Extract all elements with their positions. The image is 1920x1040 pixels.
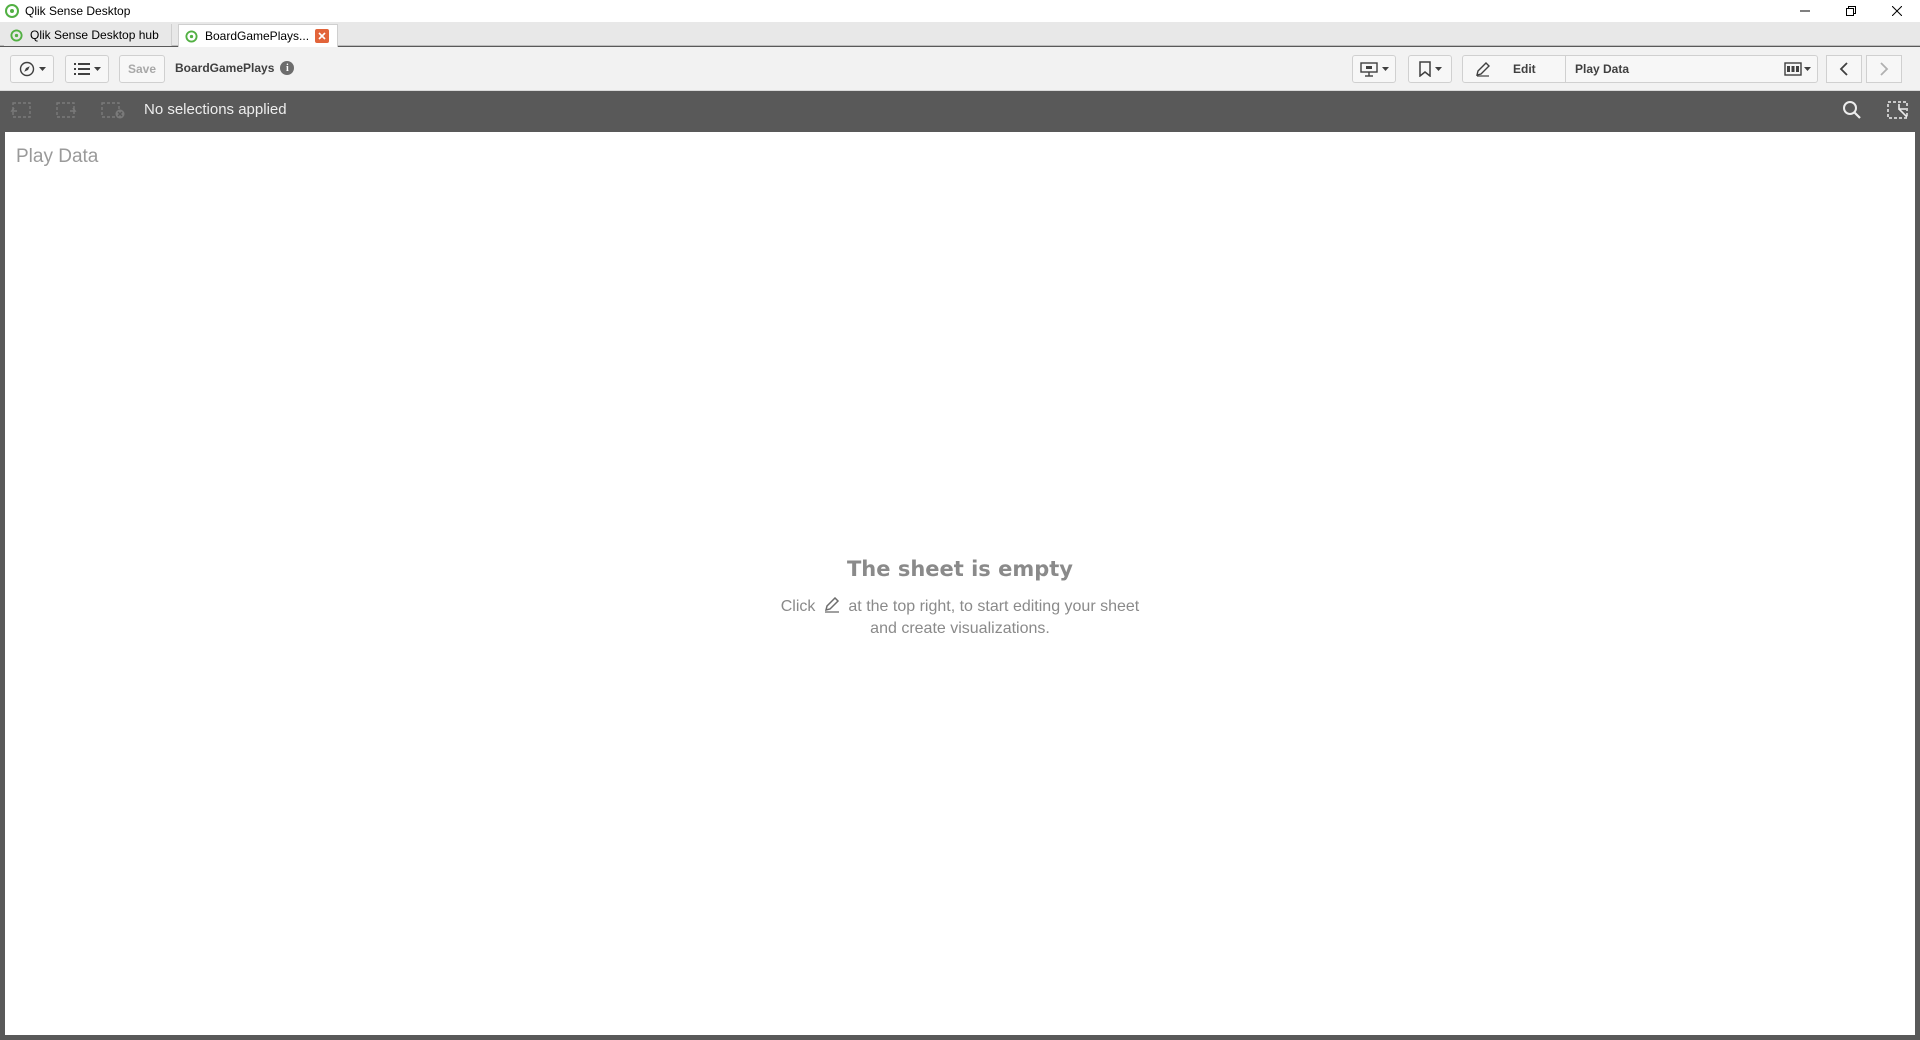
step-back-icon[interactable]	[8, 101, 32, 119]
sheets-button[interactable]	[1777, 56, 1817, 82]
qlik-tab-icon	[185, 29, 198, 43]
info-icon[interactable]: i	[280, 61, 295, 75]
pencil-icon	[1476, 62, 1490, 77]
qlik-tab-icon	[10, 28, 23, 42]
edit-button[interactable]: Edit	[1463, 56, 1566, 82]
current-sheet-name: Play Data	[1575, 62, 1630, 76]
chevron-right-icon	[1880, 62, 1889, 76]
chevron-left-icon	[1839, 62, 1848, 76]
tab-hub[interactable]: Qlik Sense Desktop hub	[4, 24, 172, 46]
empty-sheet-hint-line2: and create visualizations.	[870, 620, 1050, 637]
chevron-down-icon	[38, 66, 46, 71]
global-menu-button[interactable]	[65, 55, 109, 83]
selections-status: No selections applied	[144, 101, 287, 118]
chevron-down-icon	[93, 66, 101, 71]
chevron-down-icon	[1434, 66, 1442, 71]
chevron-down-icon	[1381, 66, 1389, 71]
restore-icon	[1846, 6, 1856, 16]
pencil-icon	[823, 596, 841, 619]
qlik-app-icon	[5, 4, 19, 18]
bookmarks-button[interactable]	[1408, 55, 1452, 83]
selections-bar: No selections applied	[0, 91, 1920, 129]
window-titlebar: Qlik Sense Desktop	[0, 0, 1920, 22]
edit-label: Edit	[1513, 62, 1536, 76]
close-icon	[318, 32, 326, 40]
window-controls	[1782, 0, 1920, 22]
bookmark-icon	[1418, 61, 1431, 77]
close-tab-button[interactable]	[315, 29, 329, 43]
empty-sheet-message: The sheet is empty Click at the top righ…	[5, 557, 1915, 639]
hint-prefix: Click	[780, 598, 816, 615]
previous-sheet-button[interactable]	[1826, 55, 1862, 83]
step-forward-icon[interactable]	[55, 101, 79, 119]
app-title: BoardGamePlays i	[175, 61, 295, 75]
close-button[interactable]	[1874, 0, 1920, 22]
tab-boardgameplays[interactable]: BoardGamePlays...	[178, 24, 338, 47]
tab-strip: Qlik Sense Desktop hub BoardGamePlays...	[0, 22, 1920, 47]
clear-selections-icon[interactable]	[100, 101, 126, 119]
story-button[interactable]	[1352, 55, 1396, 83]
app-toolbar: Save BoardGamePlays i Edit Play Data	[0, 47, 1920, 91]
chevron-down-icon	[1803, 66, 1811, 71]
sheet-title: Play Data	[16, 146, 99, 167]
close-icon	[1892, 6, 1902, 16]
tab-label: Qlik Sense Desktop hub	[30, 28, 159, 42]
compass-icon	[19, 61, 34, 77]
minimize-button[interactable]	[1782, 0, 1828, 22]
navigation-menu-button[interactable]	[10, 55, 54, 83]
list-icon	[73, 63, 90, 75]
tab-label: BoardGamePlays...	[204, 29, 310, 43]
empty-sheet-title: The sheet is empty	[846, 557, 1073, 581]
sheets-icon	[1783, 62, 1802, 76]
empty-sheet-hint: Click at the top right, to start editing…	[5, 596, 1915, 619]
sheet-canvas: Play Data The sheet is empty Click at th…	[5, 132, 1915, 1035]
presentation-icon	[1359, 62, 1378, 77]
next-sheet-button[interactable]	[1866, 55, 1902, 83]
save-button[interactable]: Save	[119, 55, 165, 83]
window-title: Qlik Sense Desktop	[25, 4, 131, 18]
smart-search-selection-icon[interactable]	[1886, 100, 1910, 120]
edit-sheet-group: Edit Play Data	[1462, 55, 1818, 83]
search-icon[interactable]	[1842, 100, 1862, 120]
hint-suffix: at the top right, to start editing your …	[848, 598, 1140, 615]
minimize-icon	[1800, 10, 1810, 12]
app-name: BoardGamePlays	[175, 61, 275, 75]
restore-button[interactable]	[1828, 0, 1874, 22]
